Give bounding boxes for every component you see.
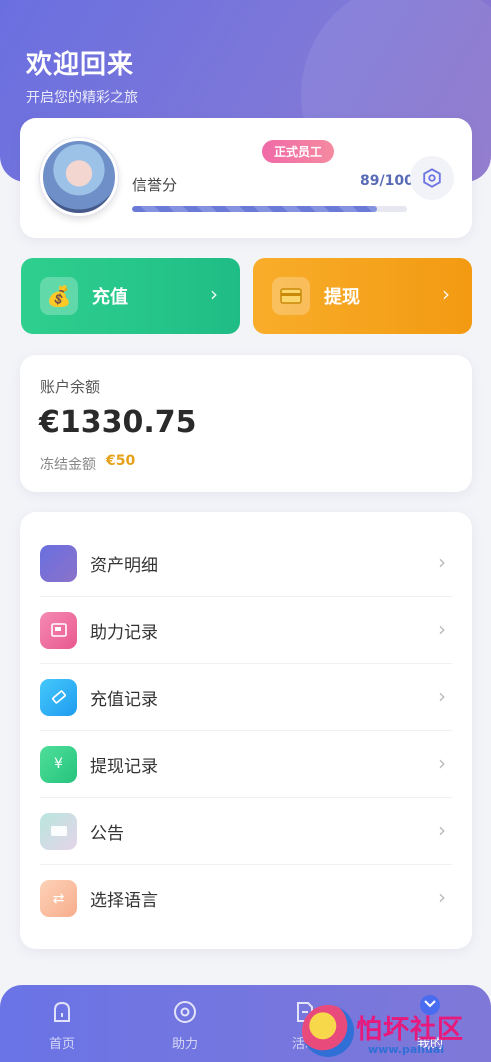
menu-item-label: 助力记录 <box>90 622 158 643</box>
menu-item-boost-records[interactable]: 助力记录 › <box>40 597 452 664</box>
watermark-text: 怕坏社区 <box>356 1015 465 1045</box>
disc-icon <box>174 1001 196 1023</box>
menu-item-label: 选择语言 <box>90 891 158 911</box>
avatar[interactable] <box>40 138 118 216</box>
recharge-button[interactable]: 💰 充值 › <box>21 258 240 334</box>
menu-item-label: 公告 <box>90 823 124 844</box>
balance-amount: €1330.75 <box>39 405 197 440</box>
settings-button[interactable] <box>410 156 454 200</box>
profile-card: 正式员工 信誉分 89/100 <box>20 118 472 238</box>
settings-icon <box>423 168 441 188</box>
menu-item-label: 提现记录 <box>90 756 158 777</box>
menu-list: 资产明细 › 助力记录 › 充值记录 › ¥ 提现记录 › 公告 › ⇄ 选择语… <box>20 512 472 949</box>
credit-progress-bar <box>132 206 407 212</box>
money-bag-icon: 💰 <box>40 277 78 315</box>
home-icon <box>54 1001 70 1022</box>
card-icon <box>40 812 77 850</box>
swap-icon: ⇄ <box>40 880 77 917</box>
credit-progress-fill <box>132 206 377 212</box>
credit-score-value: 89/100 <box>360 173 414 189</box>
wallet-icon <box>40 544 77 582</box>
watermark-logo: 怕坏社区 www.pahuai <box>298 995 491 1062</box>
chevron-right-icon: › <box>438 885 446 909</box>
withdraw-label: 提现 <box>324 287 360 308</box>
yen-box-icon: ¥ <box>40 745 77 783</box>
recharge-label: 充值 <box>92 287 128 308</box>
chevron-right-icon: › <box>442 282 450 306</box>
chevron-right-icon: › <box>438 818 446 842</box>
balance-label: 账户余额 <box>40 378 101 396</box>
welcome-title: 欢迎回来 <box>26 50 135 80</box>
withdraw-button[interactable]: 提现 › <box>253 258 472 334</box>
credit-card-icon <box>272 277 310 315</box>
tab-label: 首页 <box>48 1037 75 1052</box>
picture-icon <box>40 611 77 649</box>
watermark-url: www.pahuai <box>368 1043 445 1056</box>
menu-item-select-language[interactable]: ⇄ 选择语言 › <box>40 865 452 932</box>
chevron-right-icon: › <box>438 684 446 708</box>
tab-home[interactable]: 首页 <box>22 997 102 1052</box>
welcome-subtitle: 开启您的精彩之旅 <box>26 90 138 106</box>
tab-boost[interactable]: 助力 <box>145 997 225 1052</box>
watermark-emblem <box>302 1005 354 1057</box>
menu-item-asset-details[interactable]: 资产明细 › <box>40 530 452 597</box>
frozen-label: 冻结金额 <box>40 457 96 473</box>
ticket-icon <box>40 678 77 716</box>
menu-item-label: 资产明细 <box>90 555 158 576</box>
menu-item-label: 充值记录 <box>90 689 158 710</box>
tab-label: 助力 <box>171 1037 198 1052</box>
chevron-right-icon: › <box>438 617 446 641</box>
menu-item-withdraw-records[interactable]: ¥ 提现记录 › <box>40 731 452 798</box>
menu-item-recharge-records[interactable]: 充值记录 › <box>40 664 452 731</box>
frozen-value: €50 <box>106 453 136 469</box>
chevron-right-icon: › <box>438 751 446 775</box>
chevron-right-icon: › <box>210 282 218 306</box>
chevron-right-icon: › <box>438 550 446 574</box>
status-badge: 正式员工 <box>262 140 335 163</box>
balance-card: 账户余额 €1330.75 冻结金额 €50 <box>20 355 472 492</box>
credit-score-label: 信誉分 <box>132 176 178 194</box>
menu-item-announcements[interactable]: 公告 › <box>40 798 452 865</box>
